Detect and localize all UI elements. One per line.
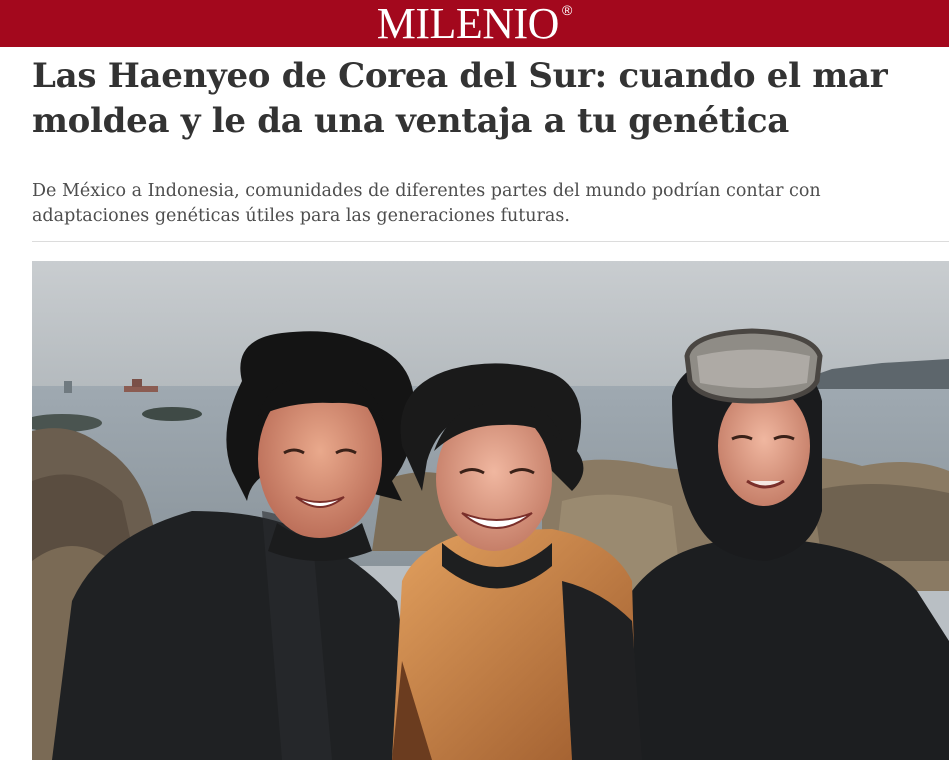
article-photo[interactable] (32, 261, 949, 760)
divider (32, 241, 949, 242)
photo-illustration (32, 261, 949, 760)
article-headline: Las Haenyeo de Corea del Sur: cuando el … (32, 56, 888, 141)
masthead: MILENIO ® (0, 0, 949, 47)
milenio-logo: MILENIO (376, 0, 560, 48)
article-subheadline: De México a Indonesia, comunidades de di… (32, 181, 821, 226)
milenio-logo-link[interactable]: MILENIO ® (377, 0, 573, 47)
registered-mark: ® (561, 2, 573, 18)
